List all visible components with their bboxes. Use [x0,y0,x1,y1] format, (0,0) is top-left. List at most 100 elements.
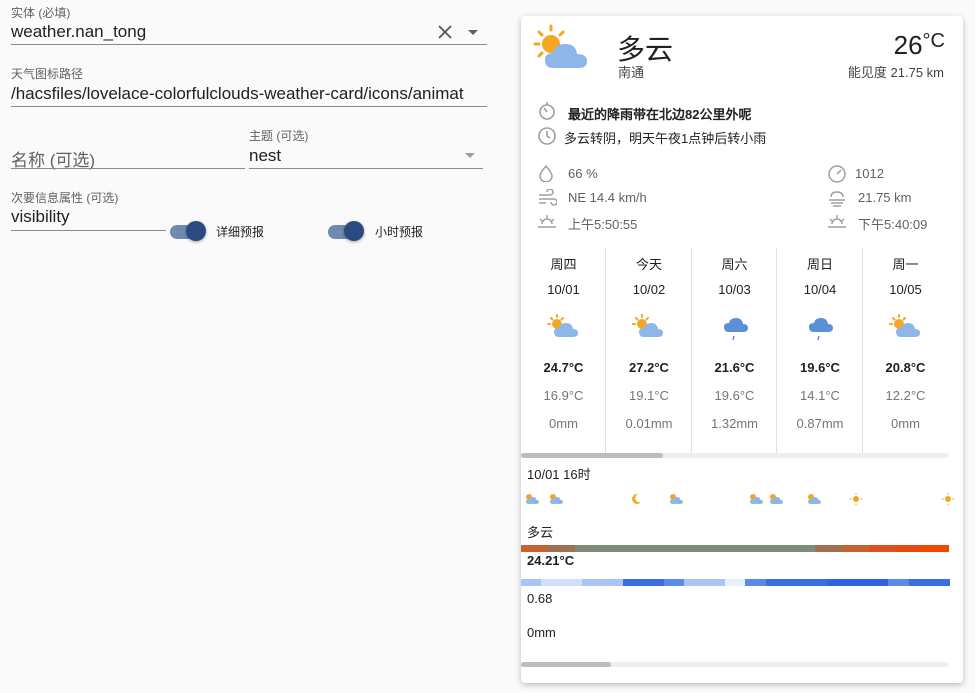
icon-path-label: 天气图标路径 [11,67,84,81]
hourly-value: 0.68 [527,591,553,606]
cloud-bar-segment [827,579,848,586]
sunrise-icon [537,213,557,236]
cloud-bar-segment [521,579,542,586]
entity-value[interactable]: weather.nan_tong [11,22,146,42]
forecast-high: 20.8°C [885,360,926,375]
temperature-unit: °C [922,30,945,52]
temperature-bar-segment [895,545,923,552]
temperature-bar-segment [842,545,869,552]
cloud-bar-segment [806,579,828,586]
cloud-bar-segment [602,579,624,586]
cloud-bar-segment [623,579,644,586]
forecast-day: 周四 [550,257,577,272]
temperature-bar-segment [922,545,950,552]
temperature-bar-segment [788,545,816,552]
cloud-bar-segment [888,579,910,586]
icon-path-value[interactable]: /hacsfiles/lovelace-colorfulclouds-weath… [11,84,487,104]
cloud-bar-segment [786,579,808,586]
forecast-low: 12.2°C [885,388,926,403]
temperature-bar-segment [654,545,682,552]
partly-cloudy-icon [667,492,685,511]
sun-icon [849,492,863,511]
cloud-bar-segment [908,579,930,586]
forecast-low: 19.1°C [629,388,669,403]
temperature-bar-segment [628,545,655,552]
forecast-day: 周日 [806,257,833,272]
weather-card: 多云 南通 26°C 能见度 21.75 km 最近的降雨带在北边82公里外呢 … [521,16,963,683]
partly-cloudy-icon [767,492,785,511]
icon-path-field[interactable]: 天气图标路径 /hacsfiles/lovelace-colorfulcloud… [11,65,487,107]
forecast-precip: 0.87mm [796,416,844,431]
temperature-bar-segment [735,545,762,552]
entity-label: 实体 (必填) [11,6,71,20]
partly-cloudy-icon [531,24,597,79]
temperature-value: 26 [893,30,923,60]
sunset-value: 下午5:40:09 [858,217,928,232]
detail-forecast-label: 详细预报 [216,225,265,239]
name-underline [11,168,245,169]
forecast-day: 今天 [635,257,662,272]
cloud-bar-segment [643,579,665,586]
forecast-date: 10/01 [547,282,580,297]
daily-forecast-item: 周四 10/01 24.7°C 16.9°C 0mm [521,248,606,454]
chevron-down-icon[interactable] [465,153,475,158]
forecast-low: 14.1°C [800,388,840,403]
forecast-day: 周六 [721,257,748,272]
visibility-summary-value: 21.75 km [890,65,944,80]
partly-cloudy-icon [805,492,823,511]
temperature-bar-segment [574,545,602,552]
location-text: 南通 [618,65,645,80]
hourly-temperature: 24.21°C [527,553,575,568]
forecast-summary-text: 多云转阴，明天午夜1点钟后转小雨 [564,131,767,146]
forecast-high: 24.7°C [543,360,584,375]
sunrise-value: 上午5:50:55 [568,217,638,232]
humidity-value: 66 % [568,166,598,181]
chevron-down-icon[interactable] [468,30,478,35]
forecast-precip: 0.01mm [625,416,673,431]
cloud-bar-segment [847,579,869,586]
theme-select[interactable]: 主题 (可选) nest [249,127,483,169]
temperature-bar-segment [708,545,736,552]
cloud-bar-segment [745,579,767,586]
sun-icon [941,492,955,511]
wind-value: NE 14.4 km/h [568,190,647,205]
secondary-attr-label: 次要信息属性 (可选) [11,191,119,205]
gauge-icon [827,164,847,189]
secondary-attr-value[interactable]: visibility [11,207,70,227]
detail-forecast-toggle[interactable] [170,219,210,243]
cloud-bar-segment [929,579,950,586]
partly-cloudy-icon [863,314,948,343]
rain-alert-text: 最近的降雨带在北边82公里外呢 [568,107,752,122]
close-icon[interactable] [437,24,453,40]
visibility-summary-label: 能见度 [847,65,887,80]
forecast-precip: 0mm [549,416,578,431]
forecast-date: 10/05 [889,282,922,297]
humidity-icon [538,164,554,187]
temperature-bar-segment [868,545,896,552]
daily-forecast-item: 今天 10/02 27.2°C 19.1°C 0.01mm [607,248,692,454]
forecast-low: 16.9°C [543,388,584,403]
visibility-value: 21.75 km [858,190,912,205]
secondary-attr-field[interactable]: 次要信息属性 (可选) visibility [11,189,166,231]
forecast-high: 21.6°C [714,360,755,375]
temperature-display: 26°C [894,30,945,61]
daily-forecast-item: 周一 10/05 20.8°C 12.2°C 0mm [863,248,948,454]
rain-timer-icon [537,101,557,126]
entity-field[interactable]: 实体 (必填) weather.nan_tong [11,4,487,46]
cloud-bar-segment [867,579,889,586]
daily-forecast-item: 周六 10/03 21.6°C 19.6°C 1.32mm [692,248,777,454]
pressure-value: 1012 [855,166,884,181]
daily-scrollbar[interactable] [521,453,949,458]
light-rain-icon [778,314,863,347]
hourly-forecast-toggle[interactable] [328,219,368,243]
forecast-precip: 0mm [891,416,920,431]
fog-icon [827,188,847,213]
forecast-precip: 1.32mm [711,416,758,431]
hourly-scrollbar[interactable] [521,662,949,667]
theme-value[interactable]: nest [249,146,281,166]
name-field[interactable]: 名称 (可选) [11,128,245,170]
daily-forecast-item: 周日 10/04 19.6°C 14.1°C 0.87mm [778,248,863,454]
forecast-date: 10/02 [632,282,666,297]
clock-icon [537,126,557,151]
partly-cloudy-icon [607,314,692,343]
